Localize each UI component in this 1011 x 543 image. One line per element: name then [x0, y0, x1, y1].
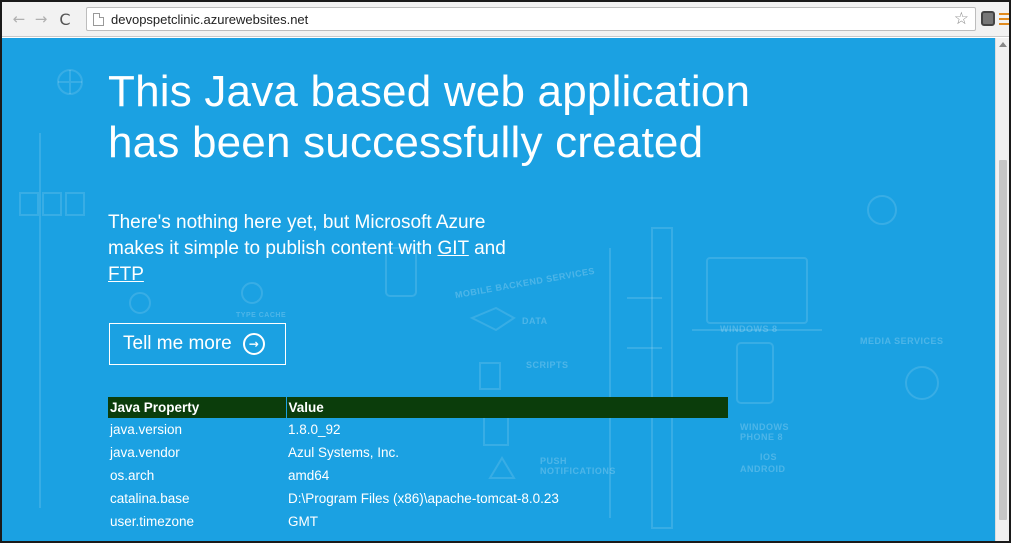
lead-text: There's nothing here yet, but Microsoft …: [108, 210, 538, 288]
property-value: Azul Systems, Inc.: [288, 445, 400, 460]
table-row: catalina.base D:\Program Files (x86)\apa…: [108, 487, 728, 510]
property-value: 1.8.0_92: [288, 422, 341, 437]
address-bar[interactable]: devopspetclinic.azurewebsites.net ☆: [86, 7, 976, 31]
bookmark-star-icon[interactable]: ☆: [954, 9, 969, 29]
property-value: D:\Program Files (x86)\apache-tomcat-8.0…: [288, 491, 559, 506]
reload-icon[interactable]: C: [56, 7, 74, 31]
url-text[interactable]: devopspetclinic.azurewebsites.net: [111, 12, 308, 27]
browser-window: ← → C devopspetclinic.azurewebsites.net …: [0, 0, 1011, 543]
extension-icon[interactable]: [981, 11, 995, 26]
page-viewport: Mobile Backend Services Data Scripts Pus…: [2, 38, 995, 541]
arrow-right-circle-icon: →: [242, 333, 265, 355]
git-link[interactable]: GIT: [438, 238, 469, 259]
property-name: os.arch: [110, 468, 155, 483]
property-name: java.version: [110, 422, 183, 437]
tell-me-more-button[interactable]: Tell me more →: [109, 323, 286, 365]
browser-toolbar: ← → C devopspetclinic.azurewebsites.net …: [2, 2, 1009, 37]
property-name: catalina.base: [110, 491, 190, 506]
property-value: GMT: [288, 514, 318, 529]
bg-label-android: Android: [740, 464, 786, 474]
page-icon: [93, 12, 104, 26]
property-name: java.vendor: [110, 445, 180, 460]
java-properties-table: Java Property Value java.version 1.8.0_9…: [108, 397, 728, 533]
forward-arrow-icon[interactable]: →: [32, 7, 50, 31]
back-arrow-icon[interactable]: ←: [10, 7, 28, 31]
bg-label-windows-phone: Windows Phone 8: [740, 422, 789, 442]
bg-label-ios: iOS: [760, 452, 778, 462]
bg-label-cache: Type Cache: [236, 312, 287, 319]
lead-and: and: [468, 238, 506, 259]
ftp-link[interactable]: FTP: [108, 264, 144, 285]
table-header-row: Java Property Value: [108, 397, 728, 418]
bg-label-windows8: Windows 8: [720, 324, 778, 334]
bg-label-data: Data: [522, 316, 548, 326]
menu-icon[interactable]: [999, 13, 1009, 25]
vertical-scrollbar[interactable]: [995, 38, 1009, 541]
lead-prefix: There's nothing here yet, but Microsoft …: [108, 212, 486, 259]
scroll-up-arrow-icon[interactable]: [999, 42, 1007, 47]
table-row: user.timezone GMT: [108, 510, 728, 533]
column-header-value: Value: [286, 397, 728, 418]
scrollbar-thumb[interactable]: [999, 160, 1007, 520]
table-row: java.version 1.8.0_92: [108, 418, 728, 441]
column-header-property: Java Property: [108, 397, 287, 418]
property-name: user.timezone: [110, 514, 195, 529]
bg-label-media: Media Services: [860, 336, 944, 346]
table-row: os.arch amd64: [108, 464, 728, 487]
property-value: amd64: [288, 468, 330, 483]
tell-me-more-label: Tell me more: [123, 333, 232, 354]
table-row: java.vendor Azul Systems, Inc.: [108, 441, 728, 464]
bg-label-scripts: Scripts: [526, 360, 569, 370]
page-headline: This Java based web application has been…: [108, 67, 751, 167]
